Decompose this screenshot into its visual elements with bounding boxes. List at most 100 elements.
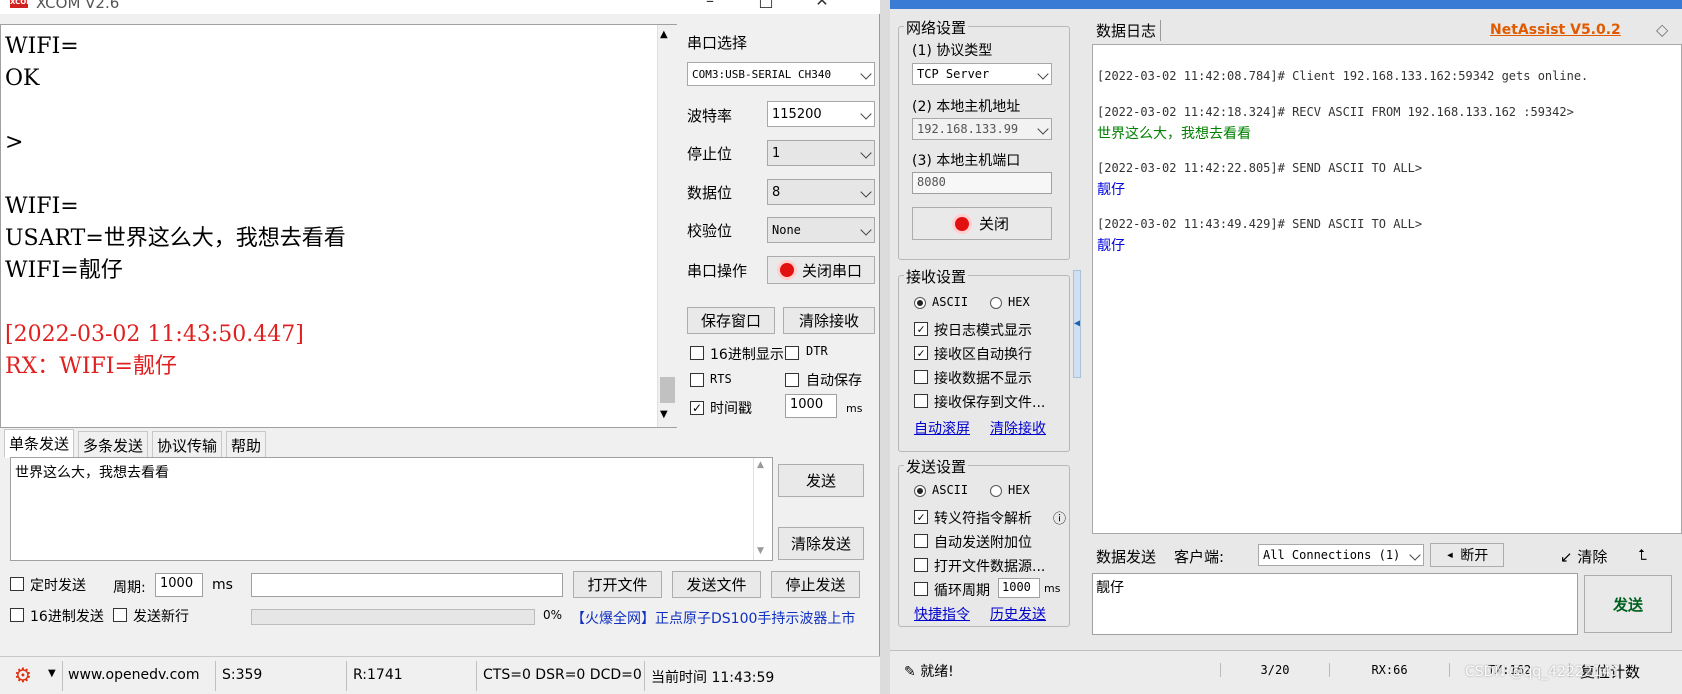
- stop-send-button[interactable]: 停止发送: [771, 571, 860, 598]
- baud-value: 115200: [772, 106, 822, 122]
- progress-percent: 0%: [543, 608, 563, 622]
- gear-icon[interactable]: ⚙: [14, 663, 32, 687]
- auto-checksum-label: 自动发送附加位: [934, 535, 1032, 551]
- timestamp-input[interactable]: 1000: [785, 394, 837, 418]
- site-link[interactable]: www.openedv.com: [68, 667, 200, 683]
- hex-display-checkbox[interactable]: [690, 346, 704, 360]
- auto-checksum-checkbox[interactable]: [914, 534, 928, 548]
- send-ascii-radio[interactable]: [914, 485, 926, 497]
- period-label: 周期:: [113, 580, 146, 596]
- port-input[interactable]: 8080: [912, 172, 1052, 194]
- receive-scrollbar[interactable]: ▲ ▼: [657, 25, 677, 427]
- current-time: 当前时间 11:43:59: [651, 670, 775, 686]
- save-to-file-checkbox[interactable]: [914, 394, 928, 408]
- info-icon[interactable]: ⓘ: [1053, 508, 1066, 527]
- log-header: [2022-03-02 11:43:49.429]# SEND ASCII TO…: [1097, 217, 1423, 231]
- close-connection-label: 关闭: [978, 215, 1009, 233]
- hex-send-label: 16进制发送: [30, 609, 104, 625]
- disconnect-button[interactable]: ◂ 断开: [1430, 543, 1504, 567]
- hex-send-checkbox[interactable]: [10, 608, 24, 622]
- data-bits-select[interactable]: 8: [767, 179, 875, 205]
- log-header: [2022-03-02 11:42:22.805]# SEND ASCII TO…: [1097, 161, 1423, 175]
- send-tab[interactable]: 数据发送: [1096, 546, 1156, 567]
- loop-checkbox[interactable]: [914, 582, 928, 596]
- period-input[interactable]: 1000: [155, 573, 203, 597]
- ready-status: ✎ 就绪!: [904, 661, 954, 681]
- rts-checkbox[interactable]: [690, 373, 704, 387]
- recv-hex-radio[interactable]: [990, 297, 1002, 309]
- send-file-button[interactable]: 发送文件: [672, 571, 761, 598]
- stop-bits-select[interactable]: 1: [767, 140, 875, 166]
- no-show-checkbox[interactable]: [914, 370, 928, 384]
- na-send-textarea[interactable]: 靓仔: [1092, 573, 1578, 635]
- open-file-src-checkbox[interactable]: [914, 558, 928, 572]
- na-send-button[interactable]: 发送: [1584, 575, 1672, 633]
- clear-receive-button[interactable]: 清除接收: [783, 307, 875, 334]
- send-button[interactable]: 发送: [778, 464, 864, 497]
- host-value: 192.168.133.99: [917, 122, 1019, 136]
- tab-help[interactable]: 帮助: [226, 431, 267, 460]
- serial-port-select[interactable]: COM3:USB-SERIAL CH340: [687, 62, 875, 86]
- send-textarea[interactable]: 世界这么大，我想去看看: [10, 457, 773, 561]
- escape-checkbox[interactable]: ✓: [914, 510, 928, 524]
- parity-select[interactable]: None: [767, 217, 875, 243]
- timestamp-checkbox[interactable]: ✓: [690, 401, 704, 415]
- maximize-icon[interactable]: □: [756, 0, 776, 10]
- clear-send-button[interactable]: 清除发送: [778, 527, 864, 560]
- save-window-button[interactable]: 保存窗口: [687, 307, 775, 334]
- ad-link[interactable]: 【火爆全网】正点原子DS100手持示波器上市: [571, 608, 855, 628]
- brand-link[interactable]: NetAssist V5.0.2: [1490, 22, 1621, 38]
- netassist-title-bar: [890, 0, 1682, 9]
- close-connection-button[interactable]: 关闭: [912, 207, 1052, 240]
- log-header: [2022-03-02 11:42:08.784]# Client 192.16…: [1097, 69, 1589, 83]
- chevron-left-icon[interactable]: ◀: [1074, 318, 1080, 329]
- send-scrollbar[interactable]: ▲ ▼: [753, 458, 772, 560]
- data-log-area[interactable]: [2022-03-02 11:42:08.784]# Client 192.16…: [1092, 44, 1682, 534]
- auto-wrap-checkbox[interactable]: ✓: [914, 346, 928, 360]
- scroll-down-icon[interactable]: ▼: [660, 409, 668, 420]
- file-path-input[interactable]: [251, 573, 563, 597]
- stop-bits-value: 1: [772, 145, 781, 161]
- recv-ascii-radio[interactable]: [914, 297, 926, 309]
- receive-area[interactable]: WIFI= OK > WIFI= USART=世界这么大，我想去看看 WIFI=靓仔 [20…: [0, 24, 677, 428]
- open-file-button[interactable]: 打开文件: [573, 571, 662, 598]
- host-select[interactable]: 192.168.133.99: [912, 118, 1052, 140]
- client-select[interactable]: All Connections (1): [1258, 544, 1424, 566]
- auto-save-checkbox[interactable]: [785, 373, 799, 387]
- history-link[interactable]: 历史发送: [990, 604, 1046, 624]
- clear-recv-link[interactable]: 清除接收: [990, 418, 1046, 438]
- baud-select[interactable]: 115200: [767, 101, 875, 127]
- log-body: 靓仔: [1097, 182, 1125, 198]
- dtr-checkbox[interactable]: [785, 346, 799, 360]
- send-hex-radio[interactable]: [990, 485, 1002, 497]
- scroll-thumb[interactable]: [660, 377, 675, 403]
- timed-send-checkbox[interactable]: [10, 577, 24, 591]
- close-icon[interactable]: ✕: [812, 0, 832, 10]
- minimize-icon[interactable]: –: [700, 0, 720, 10]
- protocol-select[interactable]: TCP Server: [912, 63, 1052, 85]
- log-mode-checkbox[interactable]: ✓: [914, 322, 928, 336]
- log-tab[interactable]: 数据日志: [1096, 20, 1162, 41]
- line-status: CTS=0 DSR=0 DCD=0: [483, 667, 642, 683]
- diamond-icon[interactable]: ◇: [1656, 20, 1668, 39]
- open-file-src-label: 打开文件数据源...: [934, 559, 1046, 575]
- tab-multi-send[interactable]: 多条发送: [78, 431, 149, 460]
- scroll-up-icon[interactable]: ▲: [660, 29, 668, 40]
- tab-single-send[interactable]: 单条发送: [4, 429, 75, 458]
- clear-button[interactable]: ↙ 清除: [1560, 546, 1607, 567]
- shortcut-link[interactable]: 快捷指令: [914, 604, 970, 624]
- close-port-button[interactable]: 关闭串口: [767, 256, 875, 284]
- tab-protocol[interactable]: 协议传输: [152, 431, 223, 460]
- scroll-up-icon[interactable]: ▲: [757, 460, 764, 470]
- stop-bits-label: 停止位: [687, 145, 733, 163]
- net-settings-title: 网络设置: [904, 17, 969, 38]
- loop-input[interactable]: 1000: [998, 578, 1040, 598]
- undo-icon[interactable]: ⮤: [1638, 546, 1647, 564]
- scroll-down-icon[interactable]: ▼: [757, 546, 764, 556]
- baud-label: 波特率: [687, 107, 733, 125]
- receive-line: [5, 287, 676, 319]
- watermark: CSDN @qq_42222143: [1465, 664, 1620, 680]
- chevron-down-icon[interactable]: ▼: [48, 668, 56, 679]
- auto-scroll-link[interactable]: 自动滚屏: [914, 418, 970, 438]
- send-newline-checkbox[interactable]: [113, 608, 127, 622]
